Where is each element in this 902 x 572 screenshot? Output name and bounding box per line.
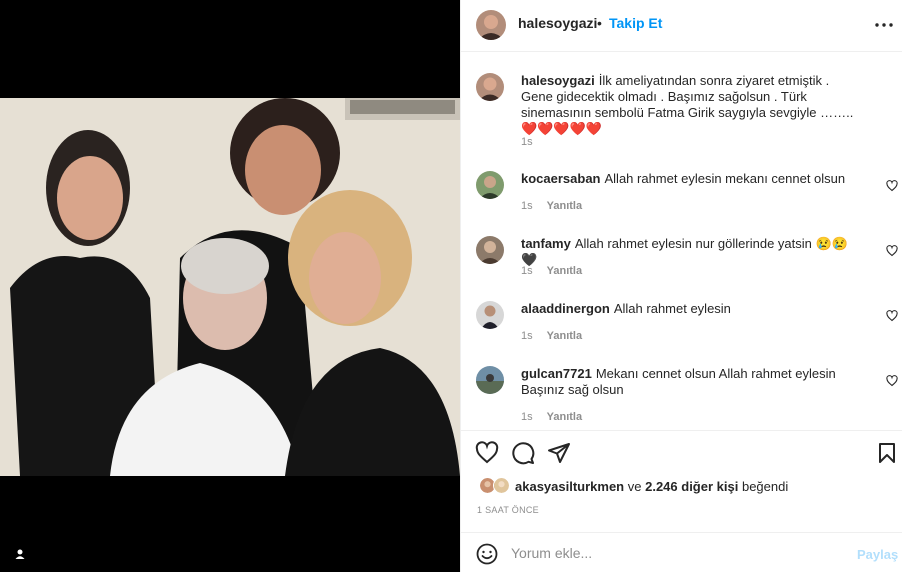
- comment-time[interactable]: 1s: [521, 411, 533, 423]
- comment-meta: 1s Yanıtla: [521, 200, 596, 212]
- comment-input[interactable]: [511, 542, 841, 564]
- comment-composer: Paylaş: [461, 532, 902, 572]
- comment-username[interactable]: gulcan7721: [521, 366, 592, 381]
- bookmark-icon[interactable]: [875, 441, 899, 465]
- like-comment-icon[interactable]: [886, 374, 898, 387]
- like-comment-icon[interactable]: [886, 179, 898, 192]
- liker-avatar[interactable]: [493, 477, 510, 494]
- comment-bubble-icon[interactable]: [511, 441, 535, 465]
- likes-connector: ve: [627, 479, 642, 494]
- likes-summary: akasyasilturkmen ve 2.246 diğer kişi beğ…: [477, 476, 897, 496]
- tagged-users-icon[interactable]: [10, 544, 30, 564]
- comments-list[interactable]: halesoygazi İlk ameliyatından sonra ziyar…: [461, 53, 902, 430]
- comment-meta: 1s Yanıtla: [521, 265, 596, 277]
- commenter-avatar[interactable]: [476, 301, 504, 329]
- reply-button[interactable]: Yanıtla: [547, 411, 582, 423]
- post-timestamp[interactable]: 1 SAAT ÖNCE: [477, 505, 539, 515]
- emoji-icon[interactable]: [476, 543, 498, 565]
- like-comment-icon[interactable]: [886, 309, 898, 322]
- post-comment-button[interactable]: Paylaş: [857, 547, 898, 562]
- caption-meta: 1s: [521, 136, 547, 148]
- comment-username[interactable]: kocaersaban: [521, 171, 601, 186]
- like-comment-icon[interactable]: [886, 244, 898, 257]
- likes-suffix: beğendi: [741, 479, 789, 494]
- caption-avatar[interactable]: [476, 73, 504, 101]
- comment-text: kocaersaban Allah rahmet eylesin mekanı c…: [521, 171, 861, 187]
- comment-time[interactable]: 1s: [521, 265, 533, 277]
- reply-button[interactable]: Yanıtla: [547, 265, 582, 277]
- comment-text: tanfamy Allah rahmet eylesin nur göllerin…: [521, 236, 861, 268]
- likes-count-link[interactable]: 2.246 diğer kişi: [645, 479, 738, 494]
- photo-illustration: [0, 98, 460, 476]
- comment-username[interactable]: alaaddinergon: [521, 301, 610, 316]
- like-heart-icon[interactable]: [475, 441, 499, 465]
- caption-username[interactable]: halesoygazi: [521, 73, 595, 88]
- caption-time[interactable]: 1s: [521, 136, 533, 148]
- commenter-avatar[interactable]: [476, 171, 504, 199]
- commenter-avatar[interactable]: [476, 366, 504, 394]
- reply-button[interactable]: Yanıtla: [547, 330, 582, 342]
- comment-body: Allah rahmet eylesin mekanı cennet olsun: [604, 171, 846, 186]
- likes-text: akasyasilturkmen ve 2.246 diğer kişi beğ…: [515, 479, 788, 494]
- comment-time[interactable]: 1s: [521, 330, 533, 342]
- post-header: halesoygazi • Takip Et: [461, 0, 902, 52]
- follow-button[interactable]: Takip Et: [609, 15, 662, 31]
- caption-text: halesoygazi İlk ameliyatından sonra ziyar…: [521, 73, 861, 137]
- post-panel: halesoygazi • Takip Et halesoygazi İlk am…: [460, 0, 902, 572]
- comment-username[interactable]: tanfamy: [521, 236, 571, 251]
- post-photo[interactable]: [0, 98, 460, 476]
- more-options-icon[interactable]: [873, 14, 895, 36]
- comment-time[interactable]: 1s: [521, 200, 533, 212]
- author-username[interactable]: halesoygazi: [518, 15, 597, 31]
- comment-text: alaaddinergon Allah rahmet eylesin: [521, 301, 861, 317]
- caption-hearts: ❤️❤️❤️❤️❤️: [521, 121, 602, 136]
- liker-username[interactable]: akasyasilturkmen: [515, 479, 624, 494]
- share-plane-icon[interactable]: [547, 441, 571, 465]
- comment-meta: 1s Yanıtla: [521, 411, 596, 423]
- post-media: [0, 0, 460, 572]
- author-avatar[interactable]: [476, 10, 506, 40]
- comment-body: Allah rahmet eylesin: [613, 301, 731, 316]
- comment-text: gulcan7721 Mekanı cennet olsun Allah rahm…: [521, 366, 861, 398]
- action-bar: [461, 430, 902, 470]
- reply-button[interactable]: Yanıtla: [547, 200, 582, 212]
- separator-dot: •: [597, 15, 602, 31]
- commenter-avatar[interactable]: [476, 236, 504, 264]
- comment-meta: 1s Yanıtla: [521, 330, 596, 342]
